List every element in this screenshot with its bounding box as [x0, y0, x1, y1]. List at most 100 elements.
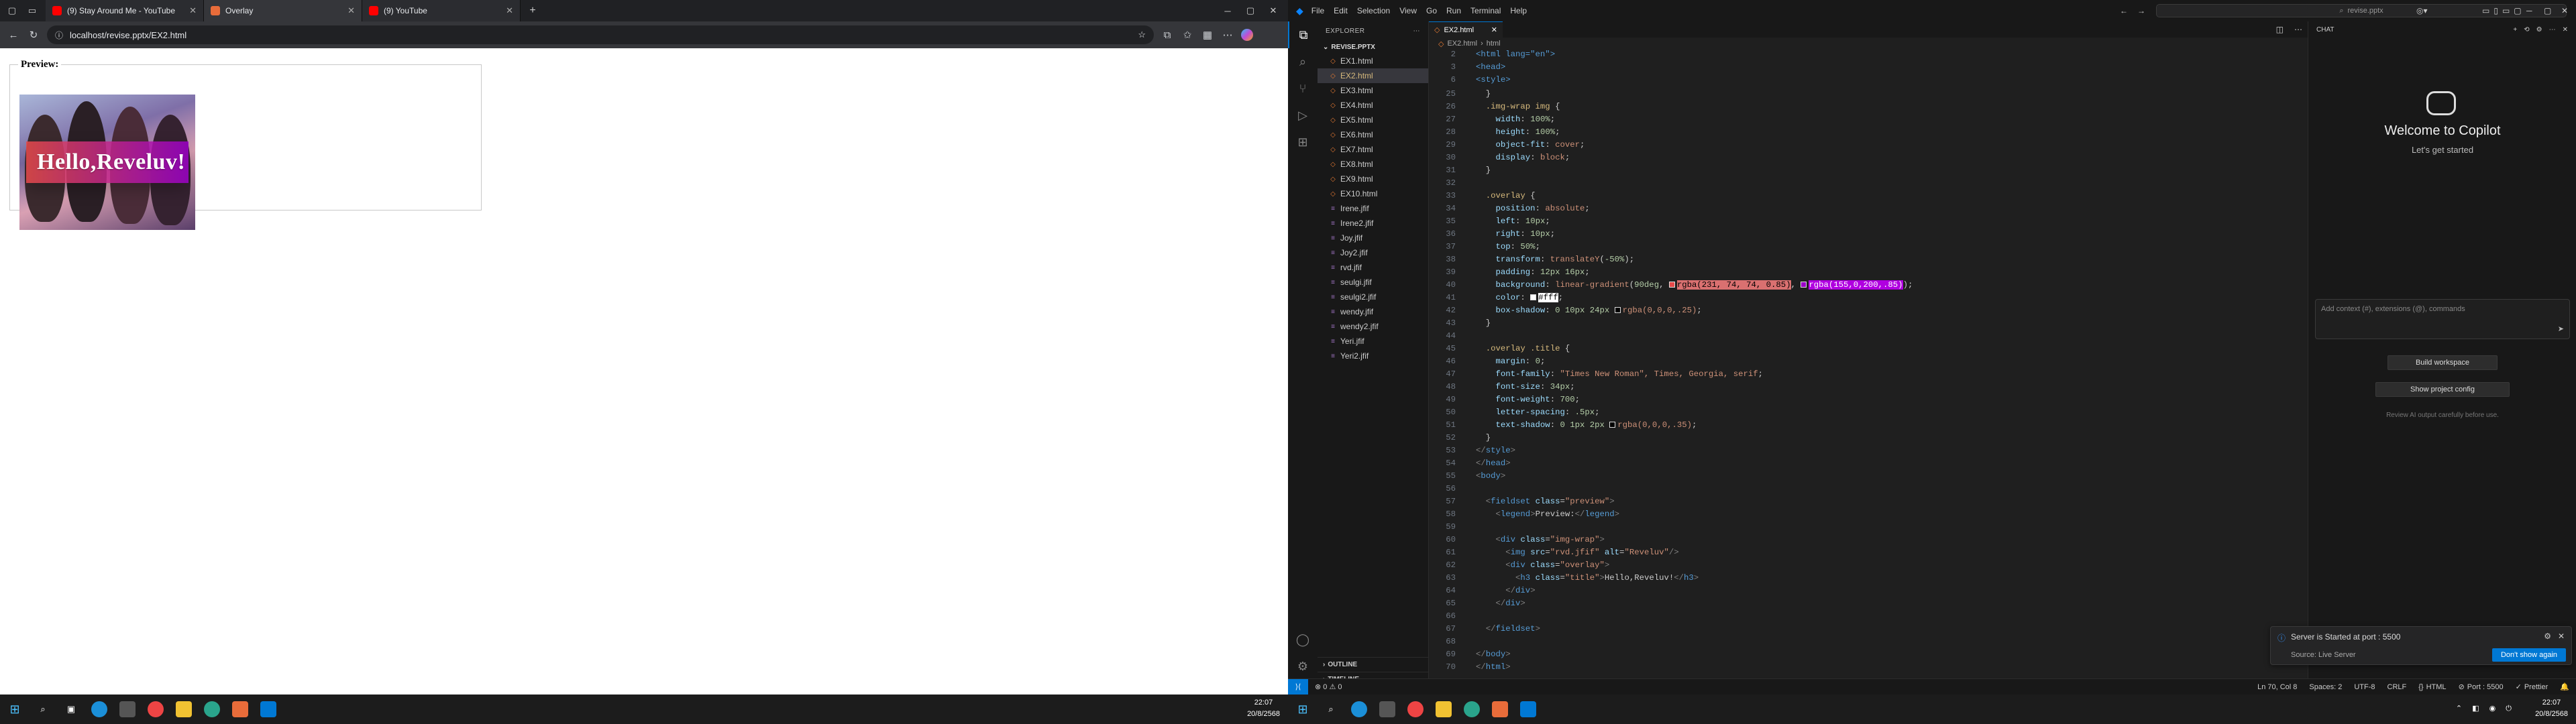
file-item[interactable]: ◇ EX5.html: [1318, 113, 1428, 127]
workspace-root[interactable]: ⌄ REVISE.PPTX: [1318, 40, 1428, 54]
code-line[interactable]: 66: [1429, 610, 2254, 623]
edge-dev-icon[interactable]: [204, 701, 220, 717]
file-item[interactable]: ≡ Yeri2.jfif: [1318, 349, 1428, 363]
file-item[interactable]: ◇ EX8.html: [1318, 157, 1428, 172]
code-line[interactable]: 26 .img-wrap img {: [1429, 101, 2254, 113]
favorites-icon[interactable]: ✩: [1181, 29, 1194, 41]
close-icon[interactable]: ✕: [506, 5, 513, 16]
chrome-icon[interactable]: [1407, 701, 1424, 717]
code-line[interactable]: 55 <body>: [1429, 470, 2254, 483]
code-line[interactable]: 30 display: block;: [1429, 152, 2254, 164]
code-line[interactable]: 58 <legend>Preview:</legend>: [1429, 508, 2254, 521]
file-item[interactable]: ≡ Irene2.jfif: [1318, 216, 1428, 231]
file-item[interactable]: ≡ seulgi.jfif: [1318, 275, 1428, 290]
live-server-port[interactable]: Port : 5500: [2467, 683, 2504, 691]
folder-icon[interactable]: [176, 701, 192, 717]
code-line[interactable]: 70 </html>: [1429, 661, 2254, 674]
vscode-icon[interactable]: [260, 701, 276, 717]
vscode-icon[interactable]: [1520, 701, 1536, 717]
tab-youtube-2[interactable]: (9) YouTube ✕: [362, 0, 521, 21]
close-icon[interactable]: ✕: [347, 5, 355, 16]
back-nav-icon[interactable]: ←: [2120, 6, 2128, 15]
layout-icons[interactable]: ▭▯▭▢: [2482, 6, 2526, 15]
indentation[interactable]: Spaces: 2: [2309, 683, 2342, 691]
code-line[interactable]: 57 <fieldset class="preview">: [1429, 495, 2254, 508]
code-line[interactable]: 63 <h3 class="title">Hello,Reveluv!</h3>: [1429, 572, 2254, 585]
code-line[interactable]: 40 background: linear-gradient(90deg, rg…: [1429, 279, 2254, 292]
code-line[interactable]: 43 }: [1429, 317, 2254, 330]
code-line[interactable]: 28 height: 100%;: [1429, 126, 2254, 139]
forward-nav-icon[interactable]: →: [2137, 6, 2145, 15]
window-menu-icon[interactable]: ▢: [4, 3, 20, 19]
code-line[interactable]: 53 </style>: [1429, 444, 2254, 457]
settings-gear-icon[interactable]: ⚙: [2544, 631, 2551, 641]
line-ending[interactable]: CRLF: [2387, 683, 2407, 691]
editor-tab-ex2[interactable]: ◇ EX2.html ✕: [1429, 21, 1503, 38]
code-line[interactable]: 49 font-weight: 700;: [1429, 394, 2254, 406]
url-field[interactable]: ⓘ localhost/revise.pptx/EX2.html ☆: [47, 25, 1154, 44]
more-icon[interactable]: ⋯: [2289, 21, 2308, 38]
code-line[interactable]: 29 object-fit: cover;: [1429, 139, 2254, 152]
code-line[interactable]: 62 <div class="overlay">: [1429, 559, 2254, 572]
file-item[interactable]: ◇ EX2.html: [1318, 68, 1428, 83]
account-icon[interactable]: ◯: [1288, 626, 1318, 653]
build-workspace-button[interactable]: Build workspace: [2387, 355, 2498, 370]
close-window-icon[interactable]: ✕: [2561, 6, 2568, 15]
code-line[interactable]: 33 .overlay {: [1429, 190, 2254, 202]
copilot-menu-icon[interactable]: ◎▾: [2416, 6, 2428, 15]
code-line[interactable]: 68: [1429, 636, 2254, 648]
code-line[interactable]: 35 left: 10px;: [1429, 215, 2254, 228]
extensions-icon[interactable]: ⧉: [1161, 29, 1174, 41]
more-icon[interactable]: ⋯: [1221, 29, 1234, 41]
maximize-icon[interactable]: ▢: [2544, 6, 2551, 15]
send-icon[interactable]: ➤: [2558, 324, 2564, 333]
code-line[interactable]: 45 .overlay .title {: [1429, 343, 2254, 355]
language-mode[interactable]: HTML: [2426, 683, 2447, 691]
new-tab-button[interactable]: +: [525, 3, 541, 19]
code-line[interactable]: 60 <div class="img-wrap">: [1429, 534, 2254, 546]
reload-icon[interactable]: ↻: [27, 29, 40, 41]
code-line[interactable]: 37 top: 50%;: [1429, 241, 2254, 253]
copilot-icon[interactable]: [1241, 29, 1253, 41]
file-item[interactable]: ◇ EX1.html: [1318, 54, 1428, 68]
bell-icon[interactable]: 🔔: [2560, 682, 2569, 691]
code-editor[interactable]: ◇ EX2.html ✕ ◫ ⋯ ◇ EX2.html › html 2 <htm…: [1429, 21, 2442, 688]
file-item[interactable]: ◇ EX9.html: [1318, 172, 1428, 186]
minimize-icon[interactable]: ─: [2526, 6, 2532, 15]
run-debug-icon[interactable]: ▷: [1288, 102, 1318, 129]
file-item[interactable]: ≡ Yeri.jfif: [1318, 334, 1428, 349]
file-item[interactable]: ≡ Irene.jfif: [1318, 201, 1428, 216]
code-line[interactable]: 52 }: [1429, 432, 2254, 444]
file-item[interactable]: ◇ EX10.html: [1318, 186, 1428, 201]
source-control-icon[interactable]: ⑂: [1288, 75, 1318, 102]
store-icon[interactable]: [1379, 701, 1395, 717]
close-icon[interactable]: ✕: [2558, 631, 2565, 641]
code-line[interactable]: 31 }: [1429, 164, 2254, 177]
breadcrumb-element[interactable]: html: [1487, 40, 1501, 48]
menu-item-go[interactable]: Go: [1426, 6, 1437, 15]
code-line[interactable]: 69 </body>: [1429, 648, 2254, 661]
file-item[interactable]: ≡ seulgi2.jfif: [1318, 290, 1428, 304]
more-icon[interactable]: ⋯: [2549, 26, 2556, 34]
code-line[interactable]: 61 <img src="rvd.jfif" alt="Reveluv"/>: [1429, 546, 2254, 559]
code-line[interactable]: 42 box-shadow: 0 10px 24px rgba(0,0,0,.2…: [1429, 304, 2254, 317]
explorer-icon[interactable]: ⧉: [1288, 21, 1318, 48]
cursor-position[interactable]: Ln 70, Col 8: [2257, 683, 2297, 691]
code-line[interactable]: 27 width: 100%;: [1429, 113, 2254, 126]
windows-start-icon[interactable]: ⊞: [1295, 701, 1311, 717]
menu-item-edit[interactable]: Edit: [1334, 6, 1348, 15]
history-icon[interactable]: ⟲: [2524, 26, 2529, 34]
prettier-status[interactable]: Prettier: [2524, 683, 2548, 691]
clock[interactable]: 22:07 20/8/2568: [2535, 697, 2568, 720]
code-line[interactable]: 47 font-family: "Times New Roman", Times…: [1429, 368, 2254, 381]
code-line[interactable]: 32: [1429, 177, 2254, 190]
html-app-icon[interactable]: [232, 701, 248, 717]
close-icon[interactable]: ✕: [2563, 26, 2568, 34]
file-item[interactable]: ≡ Joy2.jfif: [1318, 245, 1428, 260]
menu-item-selection[interactable]: Selection: [1357, 6, 1390, 15]
split-editor-icon[interactable]: ◫: [2271, 21, 2289, 38]
chat-input[interactable]: Add context (#), extensions (@), command…: [2315, 299, 2570, 339]
menu-item-run[interactable]: Run: [1446, 6, 1461, 15]
clock[interactable]: 22:07 20/8/2568: [1247, 697, 1280, 720]
settings-gear-icon[interactable]: ⚙: [1288, 653, 1318, 680]
